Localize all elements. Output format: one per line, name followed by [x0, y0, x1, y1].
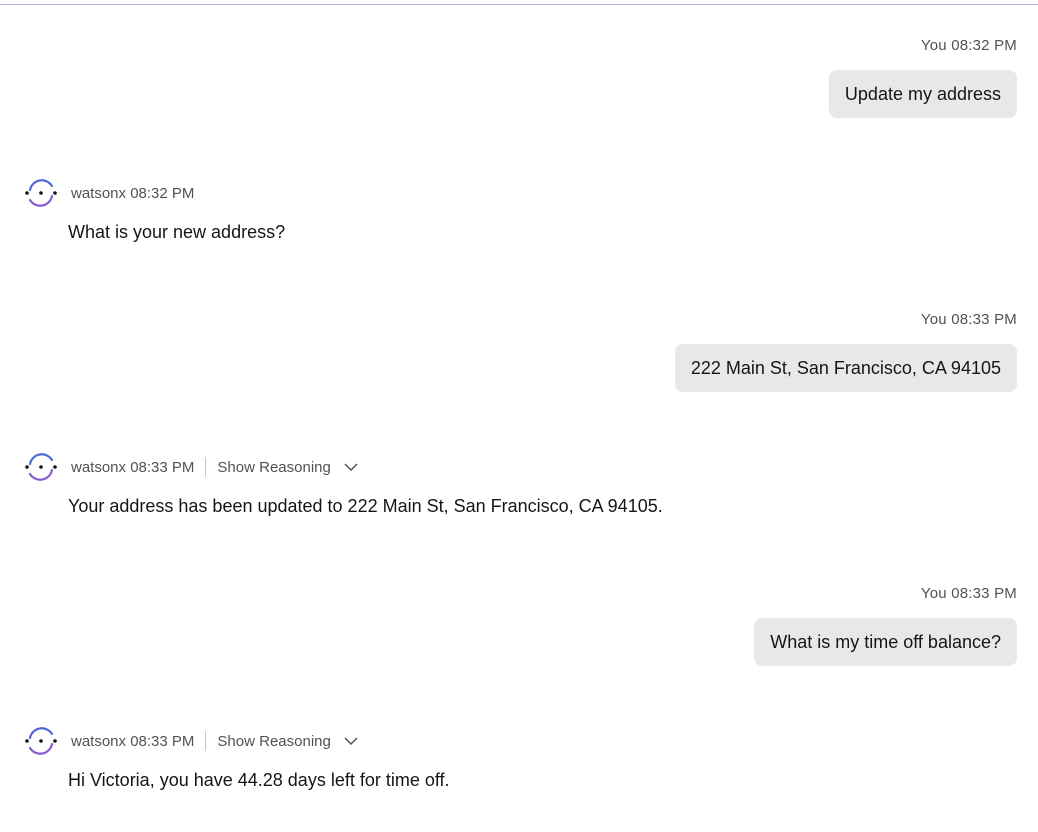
bot-message-meta: watsonx 08:33 PM: [71, 733, 194, 750]
user-message-meta: You 08:33 PM: [921, 310, 1017, 330]
bot-message-header: watsonx 08:33 PM Show Reasoning: [24, 725, 450, 757]
message-time: 08:32 PM: [130, 184, 195, 202]
message-time: 08:33 PM: [951, 311, 1017, 328]
show-reasoning-toggle[interactable]: Show Reasoning: [217, 459, 358, 476]
message-author: You: [920, 311, 947, 328]
message-time: 08:33 PM: [951, 585, 1017, 602]
message-time: 08:32 PM: [951, 37, 1017, 54]
bot-message-header: watsonx 08:33 PM Show Reasoning: [24, 451, 663, 483]
bot-message: watsonx 08:32 PM What is your new addres…: [24, 177, 285, 245]
bot-message-meta: watsonx 08:32 PM: [71, 185, 194, 202]
chevron-down-icon: [344, 737, 358, 746]
bot-message-text: What is your new address?: [68, 222, 286, 242]
chat-transcript: You 08:32 PM Update my address watsonx 0…: [0, 0, 1038, 832]
message-author: watsonx: [71, 458, 127, 476]
bot-message-meta: watsonx 08:33 PM: [71, 459, 194, 476]
message-author: You: [920, 585, 947, 602]
bot-message-header: watsonx 08:32 PM: [24, 177, 285, 209]
meta-divider: [205, 457, 207, 477]
user-message-meta: You 08:33 PM: [921, 584, 1017, 604]
user-message: You 08:32 PM Update my address: [828, 36, 1017, 118]
user-message: You 08:33 PM What is my time off balance…: [754, 584, 1017, 666]
watsonx-avatar-icon: [25, 179, 57, 207]
bot-message: watsonx 08:33 PM Show Reasoning Hi Victo…: [24, 725, 450, 793]
message-author: watsonx: [71, 184, 127, 202]
message-author: You: [920, 37, 947, 54]
user-message-bubble: 222 Main St, San Francisco, CA 94105: [674, 344, 1017, 392]
bot-message: watsonx 08:33 PM Show Reasoning Your add…: [24, 451, 663, 519]
message-time: 08:33 PM: [130, 458, 195, 476]
watsonx-avatar-icon: [25, 453, 57, 481]
user-message-bubble: What is my time off balance?: [754, 618, 1017, 666]
meta-divider: [205, 731, 207, 751]
show-reasoning-toggle[interactable]: Show Reasoning: [217, 733, 358, 750]
bot-message-text: Hi Victoria, you have 44.28 days left fo…: [68, 770, 450, 790]
chevron-down-icon: [344, 463, 358, 472]
bot-message-text: Your address has been updated to 222 Mai…: [68, 496, 663, 516]
show-reasoning-label: Show Reasoning: [217, 732, 331, 750]
message-time: 08:33 PM: [130, 732, 195, 750]
show-reasoning-label: Show Reasoning: [217, 458, 331, 476]
watsonx-avatar-icon: [25, 727, 57, 755]
user-message-bubble: Update my address: [828, 70, 1017, 118]
message-author: watsonx: [71, 732, 127, 750]
user-message-meta: You 08:32 PM: [921, 36, 1017, 56]
user-message: You 08:33 PM 222 Main St, San Francisco,…: [674, 310, 1017, 392]
